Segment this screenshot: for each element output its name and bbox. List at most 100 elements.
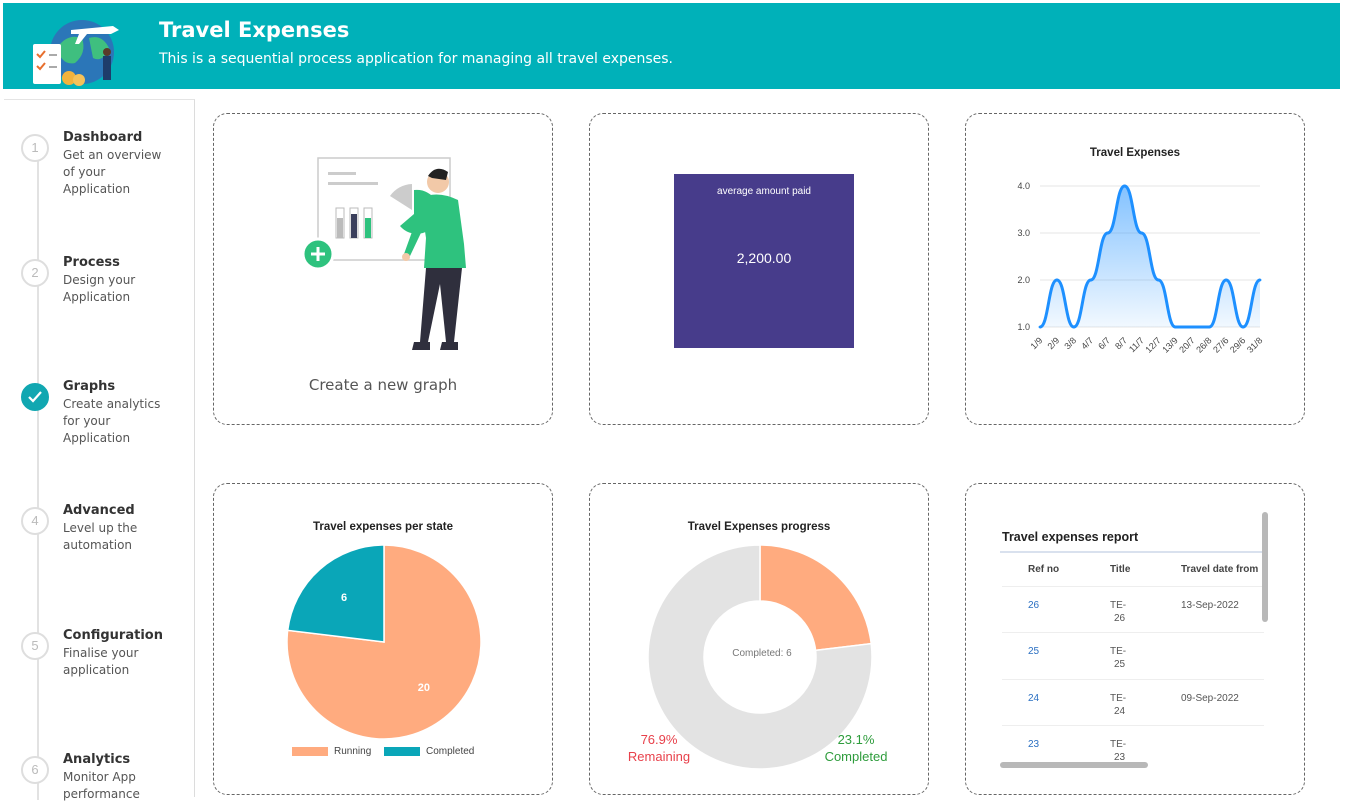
area-chart: 1.0 2.0 3.0 4.0 1/9 2/9 3/8 4/7 6/7 8/711/712/713… [1017,181,1264,355]
slice-value-label: 20 [418,682,430,694]
step-number-badge: 2 [21,259,49,287]
kpi-value: 2,200.00 [736,250,792,266]
y-tick-label: 1.0 [1017,322,1030,332]
ref-link[interactable]: 23 [1028,738,1039,751]
title-cell: TE- 23 [1110,739,1127,763]
title-cell: TE- 24 [1110,693,1127,717]
title-cell: TE- 26 [1110,600,1127,624]
donut-slice-completed [759,544,873,652]
create-graph-label: Create a new graph [308,376,458,394]
step-title: Dashboard [63,130,143,145]
create-graph-card[interactable]: Create a new graph [213,113,553,425]
step-description: Finalise your application [63,646,139,677]
date-cell: 13-Sep-2022 [1181,600,1239,611]
step-number-badge: 6 [21,756,49,784]
x-tick-label: 1/9 [1028,335,1044,351]
data-point [1173,325,1177,329]
legend-label: Completed [426,746,475,757]
row-divider [1002,632,1264,633]
data-point [1207,325,1211,329]
donut-center-label: Completed: 6 [732,648,792,659]
data-point [1106,231,1110,235]
step-title: Analytics [63,752,131,767]
app-title: Travel Expenses [159,18,350,42]
data-point [1055,278,1059,282]
x-tick-label: 2/9 [1045,335,1061,351]
y-tick-label: 3.0 [1017,228,1030,238]
x-tick-label: 31/8 [1245,335,1264,354]
data-point [1038,325,1042,329]
horizontal-scrollbar[interactable] [1000,762,1148,768]
kpi-card[interactable]: average amount paid 2,200.00 [589,113,929,425]
step-description: Design your Application [63,273,136,304]
app-header: Travel Expenses This is a sequential pro… [3,3,1340,89]
table-header-rule [1000,551,1264,553]
data-point [1157,278,1160,282]
step-number-badge: 4 [21,507,49,535]
step-number-badge: 1 [21,134,49,162]
pie-slice [286,544,385,643]
column-header-ref[interactable]: Ref no [1028,564,1059,575]
data-point [1140,231,1143,235]
vertical-scrollbar[interactable] [1262,512,1268,622]
remaining-label: 76.9% Remaining [624,731,694,765]
column-header-date[interactable]: Travel date from [1181,564,1258,575]
x-tick-label: 6/7 [1096,335,1112,351]
title-cell: TE- 25 [1110,646,1127,670]
pie-chart-card[interactable]: Travel expenses per state 20 6 Running Co… [213,483,553,795]
row-divider [1002,586,1264,587]
slice-value-label: 6 [341,592,347,604]
report-table-card[interactable]: Travel expenses report Ref no Title Trav… [965,483,1305,795]
report-table-title: Travel expenses report [1002,530,1139,544]
step-description: Monitor App performance [63,770,140,801]
x-tick-label: 26/8 [1194,335,1213,354]
step-number-badge: 5 [21,632,49,660]
y-tick-label: 4.0 [1017,181,1030,191]
travel-logo-icon [33,20,119,86]
y-tick-label: 2.0 [1017,275,1030,285]
create-graph-illustration-icon [301,157,466,350]
x-tick-label: 4/7 [1079,335,1095,351]
legend-label: Running [334,746,372,757]
legend-item-completed: Completed [384,746,474,757]
step-title: Graphs [63,379,116,394]
data-point [1241,325,1245,329]
data-point [1258,278,1262,282]
app-subtitle: This is a sequential process application… [159,51,674,67]
date-cell: 09-Sep-2022 [1181,693,1239,704]
legend-swatch [384,746,420,756]
checkmark-icon [21,383,49,411]
kpi-label: average amount paid [717,186,811,197]
legend-swatch [292,746,328,756]
legend-item-running: Running [292,746,371,757]
x-tick-label: 12/7 [1143,335,1162,354]
data-point [1072,325,1076,329]
ref-link[interactable]: 25 [1028,645,1039,658]
kpi-tile: average amount paid 2,200.00 [674,174,854,348]
remaining-text: Remaining [627,749,691,764]
x-tick-label: 3/8 [1062,335,1078,351]
data-point [1123,184,1127,188]
data-point [1190,325,1194,329]
step-connector-line [37,140,39,800]
completed-percent: 23.1% [837,732,875,747]
step-description: Level up the automation [63,521,138,552]
step-title: Process [63,255,120,270]
step-description: Get an overview of your Application [63,148,162,196]
completed-label: 23.1% Completed [818,731,894,765]
step-title: Advanced [63,503,135,518]
column-header-title[interactable]: Title [1110,564,1130,575]
remaining-percent: 76.9% [640,732,678,747]
donut-chart-card[interactable]: Travel Expenses progress Completed: 6 76… [589,483,929,795]
x-tick-label: 27/6 [1211,335,1230,354]
x-tick-label: 8/7 [1113,335,1129,351]
completed-text: Completed [824,749,888,764]
step-title: Configuration [63,628,163,643]
area-chart-card[interactable]: Travel Expenses 1.0 2.0 3.0 4.0 1/9 2/9 3/8 4/7… [965,113,1305,425]
step-sidebar: 1 Dashboard Get an overview of your Appl… [4,99,195,801]
ref-link[interactable]: 26 [1028,599,1039,612]
data-point [1224,278,1228,282]
data-point [1089,278,1093,282]
row-divider [1002,679,1264,680]
ref-link[interactable]: 24 [1028,692,1039,705]
